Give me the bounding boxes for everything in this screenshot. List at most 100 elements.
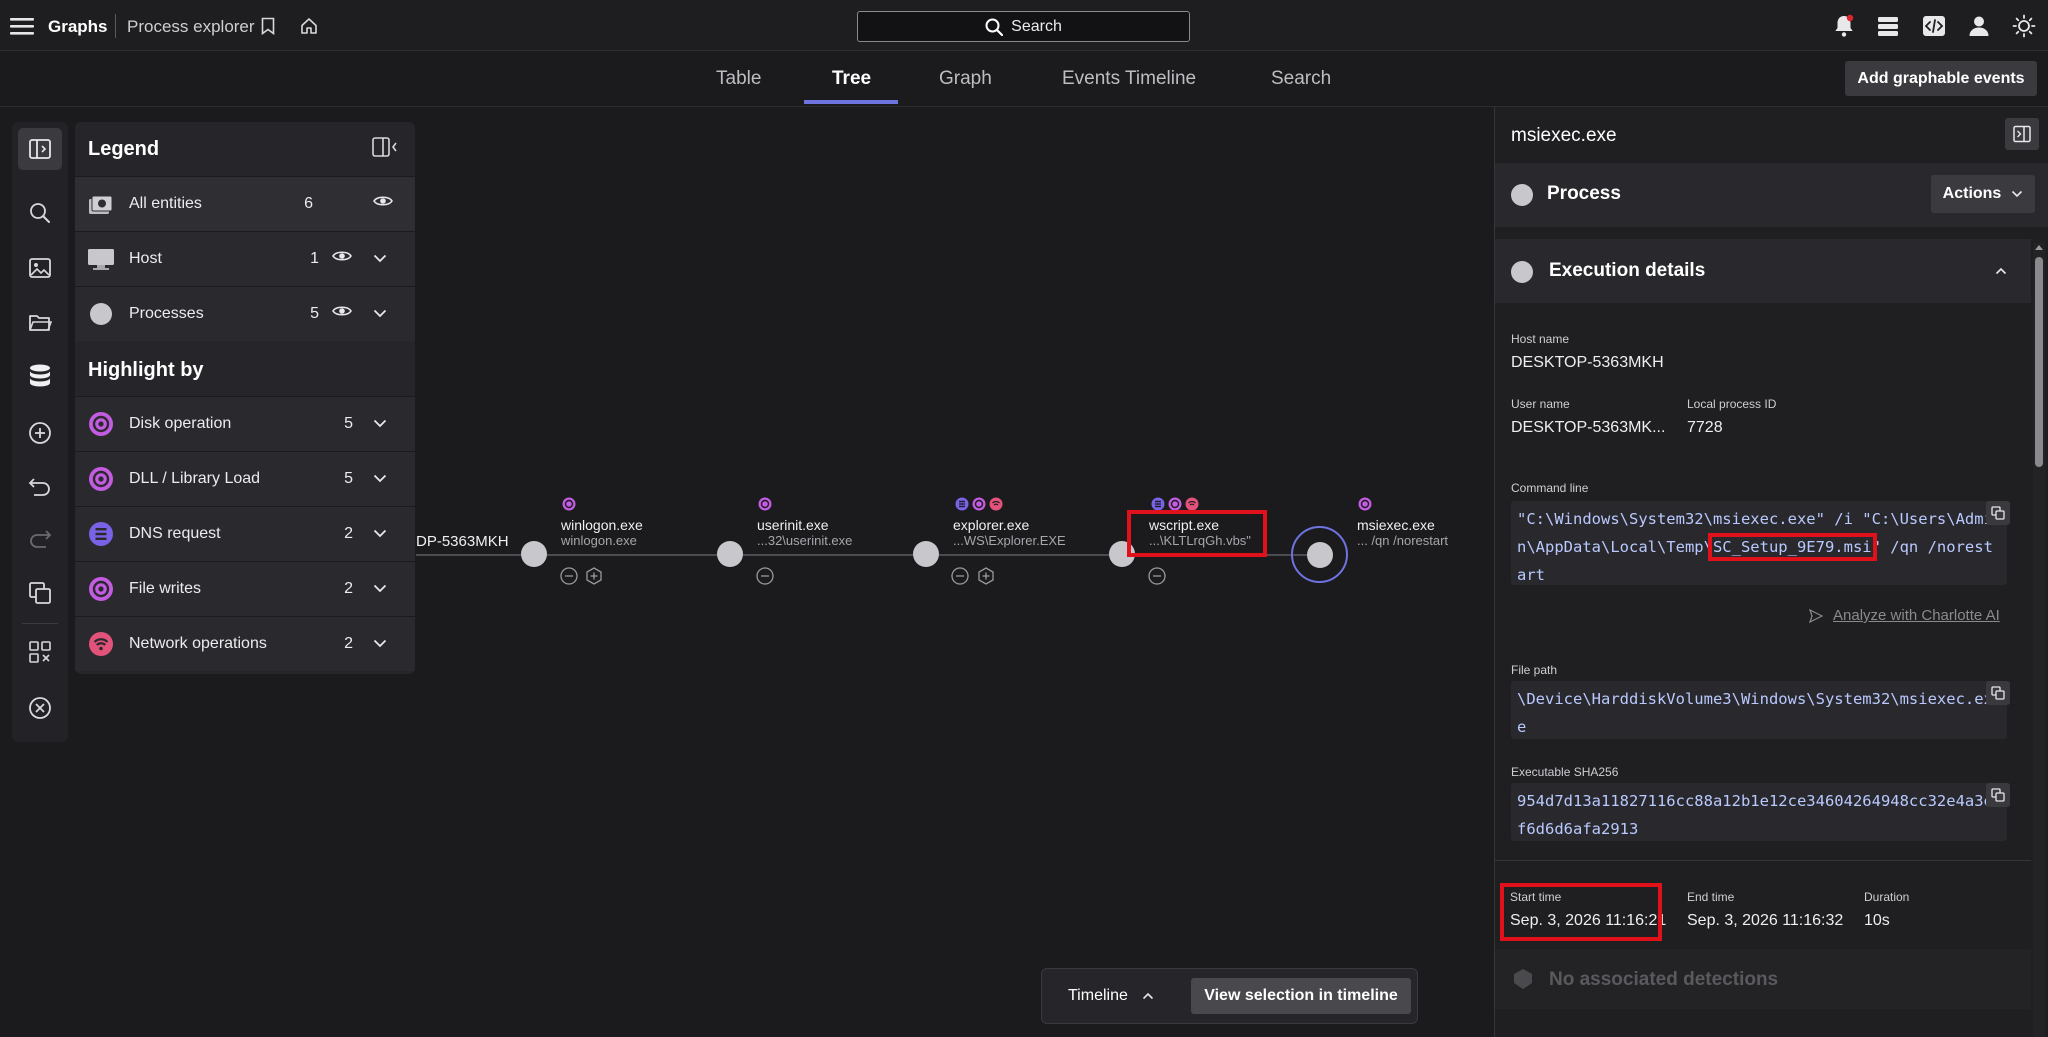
toolbar-divider bbox=[22, 623, 58, 624]
legend-row-dll-library-load[interactable]: DLL / Library Load 5 bbox=[75, 451, 415, 506]
sha256-value[interactable]: 954d7d13a11827116cc88a12b1e12ce346042649… bbox=[1511, 783, 2007, 841]
details-panel: msiexec.exe Process Actions Execution de… bbox=[1494, 107, 2048, 1037]
host-name-value: DESKTOP-5363MKH bbox=[1511, 354, 1664, 371]
legend-row-processes[interactable]: Processes 5 bbox=[75, 286, 415, 341]
developer-code-icon[interactable] bbox=[1920, 12, 1948, 40]
process-section-header: Process Actions bbox=[1495, 163, 2048, 227]
legend-count-processes: 5 bbox=[310, 305, 319, 322]
chevron-down-icon[interactable] bbox=[373, 309, 387, 318]
timeline-toggle[interactable]: Timeline bbox=[1068, 987, 1154, 1005]
panel-scrollbar[interactable] bbox=[2033, 243, 2045, 1037]
toggle-legend-panel-icon[interactable] bbox=[18, 128, 62, 170]
legend-row-disk-operation[interactable]: Disk operation 5 bbox=[75, 396, 415, 451]
eye-icon[interactable] bbox=[373, 194, 393, 208]
collapse-node-icon[interactable] bbox=[756, 567, 774, 585]
copy-file-path-icon[interactable] bbox=[1986, 681, 2010, 705]
tab-table[interactable]: Table bbox=[716, 68, 761, 90]
add-graphable-events-button[interactable]: Add graphable events bbox=[1845, 61, 2037, 96]
legend-row-dns-request[interactable]: DNS request 2 bbox=[75, 506, 415, 561]
tab-tree[interactable]: Tree bbox=[832, 68, 871, 90]
command-line-value[interactable]: "C:\Windows\System32\msiexec.exe" /i "C:… bbox=[1511, 501, 2007, 585]
chevron-down-icon[interactable] bbox=[373, 584, 387, 593]
scroll-up-arrow[interactable] bbox=[2035, 245, 2043, 250]
legend-count-dll-library-load: 5 bbox=[344, 470, 353, 487]
theme-sun-icon[interactable] bbox=[2010, 12, 2038, 40]
detections-row: No associated detections bbox=[1495, 949, 2031, 1009]
bookmark-icon[interactable] bbox=[254, 12, 282, 40]
legend-title: Legend bbox=[88, 138, 160, 160]
expand-node-icon[interactable] bbox=[977, 567, 995, 585]
process-node-winlogon[interactable] bbox=[521, 541, 547, 567]
legend-row-host[interactable]: Host 1 bbox=[75, 231, 415, 286]
graph-toolbar bbox=[12, 122, 68, 742]
execution-circle-icon bbox=[1511, 261, 1533, 283]
process-node-msiexec-selected[interactable] bbox=[1291, 526, 1348, 583]
legend-row-all-entities[interactable]: All entities 6 bbox=[75, 176, 415, 231]
eye-icon[interactable] bbox=[332, 304, 352, 318]
stack-switch-icon[interactable] bbox=[1874, 12, 1902, 40]
dns-request-icon bbox=[955, 497, 969, 511]
eye-icon[interactable] bbox=[332, 249, 352, 263]
add-node-icon[interactable] bbox=[24, 417, 56, 449]
legend-count-host: 1 bbox=[310, 250, 319, 267]
database-icon[interactable] bbox=[24, 360, 56, 392]
process-node-explorer[interactable] bbox=[913, 541, 939, 567]
tab-events-timeline[interactable]: Events Timeline bbox=[1062, 68, 1196, 90]
process-section-title: Process bbox=[1547, 183, 1621, 204]
legend-count-network-operations: 2 bbox=[344, 635, 353, 652]
hamburger-menu-icon[interactable] bbox=[8, 12, 36, 40]
chevron-down-icon[interactable] bbox=[373, 529, 387, 538]
network-operations-icon bbox=[989, 497, 1003, 511]
view-selection-label: View selection in timeline bbox=[1204, 987, 1398, 1004]
undo-icon[interactable] bbox=[24, 470, 56, 502]
home-icon[interactable] bbox=[295, 12, 323, 40]
chevron-down-icon[interactable] bbox=[373, 474, 387, 483]
detections-shield-icon bbox=[1514, 969, 1532, 989]
collapse-panel-icon[interactable] bbox=[2005, 118, 2039, 150]
top-bar: Graphs Process explorer Search bbox=[0, 0, 2048, 51]
tab-search[interactable]: Search bbox=[1271, 68, 1331, 90]
process-node-userinit[interactable] bbox=[717, 541, 743, 567]
scrollbar-thumb[interactable] bbox=[2035, 257, 2043, 467]
chevron-down-icon[interactable] bbox=[373, 254, 387, 263]
view-selection-in-timeline-button[interactable]: View selection in timeline bbox=[1191, 978, 1411, 1014]
collapse-node-icon[interactable] bbox=[951, 567, 969, 585]
collapse-legend-icon[interactable] bbox=[371, 136, 397, 158]
clear-selection-icon[interactable] bbox=[24, 636, 56, 668]
network-operations-icon bbox=[1185, 497, 1199, 511]
collapse-node-icon[interactable] bbox=[1148, 567, 1166, 585]
close-circle-icon[interactable] bbox=[24, 692, 56, 724]
node-sub-userinit: ...32\userinit.exe bbox=[757, 533, 853, 548]
actions-dropdown[interactable]: Actions bbox=[1931, 175, 2035, 213]
redo-icon[interactable] bbox=[24, 522, 56, 554]
chevron-down-icon[interactable] bbox=[373, 419, 387, 428]
file-path-value[interactable]: \Device\HarddiskVolume3\Windows\System32… bbox=[1511, 681, 2007, 739]
chevron-up-icon[interactable] bbox=[1995, 267, 2007, 275]
legend-label-host: Host bbox=[129, 250, 162, 267]
node-sub-msiexec: ... /qn /norestart bbox=[1357, 533, 1449, 548]
user-account-icon[interactable] bbox=[1965, 12, 1993, 40]
analyze-with-charlotte-link[interactable]: Analyze with Charlotte AI bbox=[1809, 607, 2000, 624]
send-icon bbox=[1809, 608, 1823, 623]
execution-details-header[interactable]: Execution details bbox=[1495, 239, 2031, 303]
copy-layers-icon[interactable] bbox=[24, 577, 56, 609]
highlight-box-wscript bbox=[1127, 510, 1267, 557]
global-search-button[interactable]: Search bbox=[857, 11, 1190, 42]
legend-row-file-writes[interactable]: File writes 2 bbox=[75, 561, 415, 616]
legend-label-dll-library-load: DLL / Library Load bbox=[129, 470, 261, 487]
disk-operation-icon bbox=[87, 411, 115, 437]
chevron-down-icon[interactable] bbox=[373, 639, 387, 648]
tab-graph[interactable]: Graph bbox=[939, 68, 992, 90]
app-title[interactable]: Graphs bbox=[48, 17, 108, 37]
file-path-label: File path bbox=[1511, 663, 1558, 677]
notifications-bell-icon[interactable] bbox=[1830, 12, 1858, 40]
copy-command-line-icon[interactable] bbox=[1986, 501, 2010, 525]
search-graph-icon[interactable] bbox=[24, 197, 56, 229]
legend-row-network-operations[interactable]: Network operations 2 bbox=[75, 616, 415, 671]
expand-node-icon[interactable] bbox=[585, 567, 603, 585]
image-export-icon[interactable] bbox=[24, 252, 56, 284]
open-folder-icon[interactable] bbox=[24, 307, 56, 339]
command-line-msi-highlight: SC_Setup_9E79.msi bbox=[1707, 533, 1877, 561]
collapse-node-icon[interactable] bbox=[560, 567, 578, 585]
copy-sha256-icon[interactable] bbox=[1986, 783, 2010, 807]
